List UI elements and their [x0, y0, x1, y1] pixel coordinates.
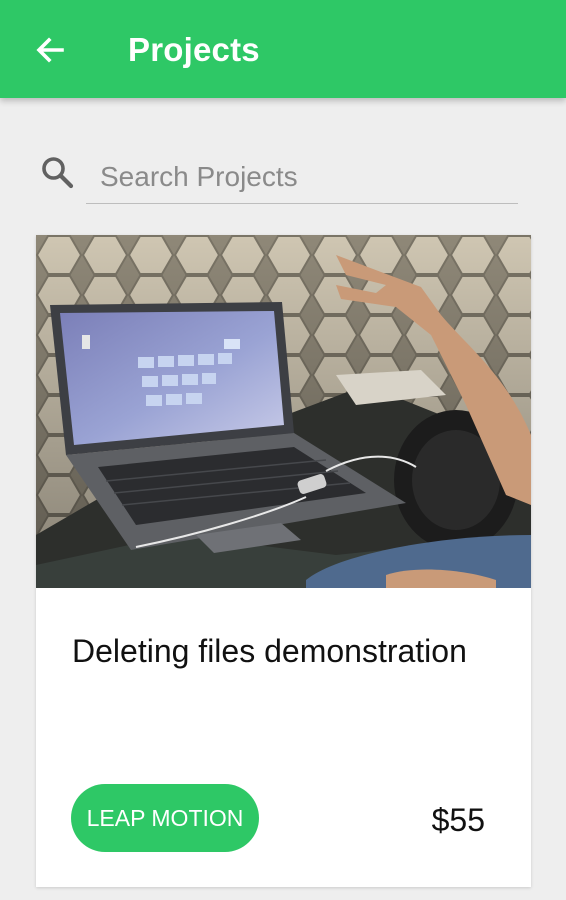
search-input[interactable] [86, 150, 518, 204]
project-card[interactable]: Deleting files demonstration LEAP MOTION… [36, 235, 531, 887]
search-icon [42, 157, 74, 189]
project-thumbnail [36, 235, 531, 588]
arrow-left-icon [36, 37, 64, 63]
project-price: $55 [431, 802, 485, 838]
page-title: Projects [128, 31, 260, 68]
project-title: Deleting files demonstration [72, 633, 467, 669]
tag-chip-leap-motion[interactable]: LEAP MOTION [71, 784, 259, 852]
app-bar: Projects [0, 0, 566, 98]
back-button[interactable] [26, 27, 74, 73]
